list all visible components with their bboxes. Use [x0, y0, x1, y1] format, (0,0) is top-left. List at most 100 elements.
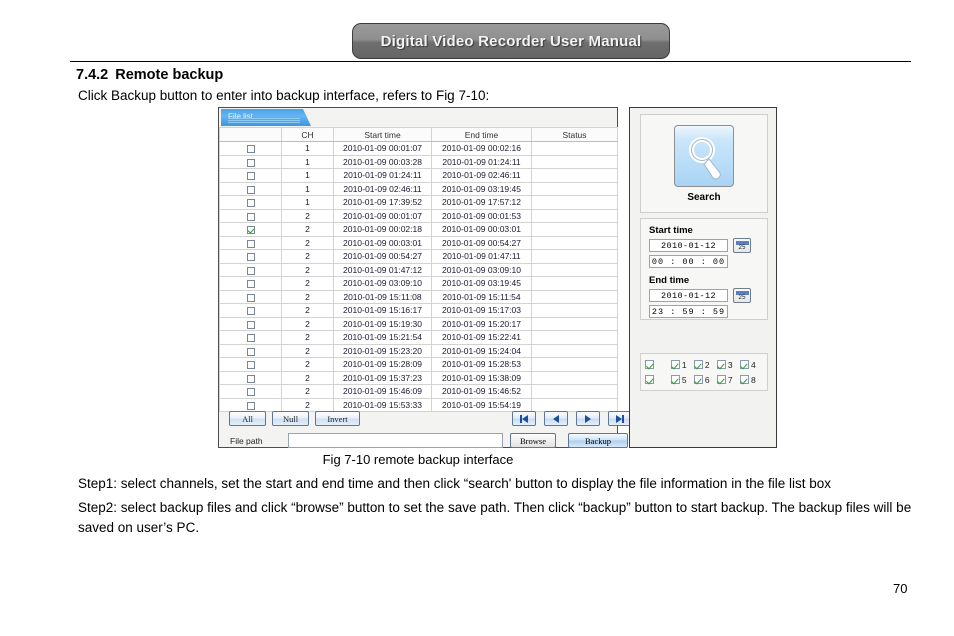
- row-checkbox[interactable]: [246, 334, 255, 342]
- row-checkbox[interactable]: [246, 212, 255, 221]
- table-row[interactable]: 2 2010-01-09 00:01:07 2010-01-09 00:01:53: [219, 208, 618, 223]
- select-none-button[interactable]: Null: [272, 411, 309, 426]
- table-row[interactable]: 1 2010-01-09 02:46:11 2010-01-09 03:19:45: [219, 181, 618, 196]
- row-checkbox[interactable]: [246, 226, 255, 234]
- row-checkbox-cell[interactable]: [219, 289, 282, 304]
- section-intro-text: Click Backup button to enter into backup…: [78, 88, 490, 103]
- channel-checkbox-8[interactable]: 8: [739, 374, 763, 385]
- row-checkbox[interactable]: [246, 239, 255, 248]
- row-checkbox-cell[interactable]: [219, 168, 282, 183]
- table-row[interactable]: 2 2010-01-09 00:54:27 2010-01-09 01:47:11: [219, 249, 618, 264]
- table-row[interactable]: 2 2010-01-09 15:46:09 2010-01-09 15:46:52: [219, 384, 618, 399]
- start-date-calendar-icon[interactable]: 25: [733, 238, 751, 253]
- row-checkbox-cell[interactable]: [219, 195, 282, 210]
- table-row[interactable]: 2 2010-01-09 15:28:09 2010-01-09 15:28:53: [219, 357, 618, 372]
- row-checkbox[interactable]: [246, 320, 255, 329]
- channel-checkbox-7[interactable]: 7: [716, 375, 740, 385]
- row-channel: 2: [281, 289, 334, 304]
- search-button[interactable]: [674, 124, 734, 187]
- table-row[interactable]: 2 2010-01-09 15:19:30 2010-01-09 15:20:17: [219, 316, 618, 331]
- file-path-input[interactable]: [288, 433, 503, 448]
- table-row[interactable]: 1 2010-01-09 00:01:07 2010-01-09 00:02:16: [219, 141, 618, 156]
- select-all-button[interactable]: All: [229, 411, 266, 426]
- row-start-time: 2010-01-09 01:47:12: [333, 262, 432, 277]
- row-checkbox-cell[interactable]: [219, 181, 282, 196]
- row-checkbox-cell[interactable]: [219, 370, 282, 385]
- row-checkbox[interactable]: [246, 280, 255, 288]
- start-time-title: Start time: [649, 225, 693, 236]
- start-date-field[interactable]: 2010-01-12: [649, 239, 728, 252]
- row-end-time: 2010-01-09 15:38:09: [431, 370, 532, 385]
- table-row[interactable]: 2 2010-01-09 15:23:20 2010-01-09 15:24:04: [219, 343, 618, 358]
- channel-checkbox-1[interactable]: 1: [670, 360, 694, 370]
- select-none-label: Null: [282, 413, 299, 424]
- row-checkbox[interactable]: [246, 185, 255, 194]
- end-date-field[interactable]: 2010-01-12: [649, 289, 728, 302]
- table-row[interactable]: 2 2010-01-09 03:09:10 2010-01-09 03:19:45: [219, 276, 618, 291]
- row-checkbox-cell[interactable]: [219, 303, 282, 318]
- table-row[interactable]: 2 2010-01-09 00:02:18 2010-01-09 00:03:01: [219, 222, 618, 237]
- row-start-time: 2010-01-09 00:01:07: [333, 141, 432, 156]
- row-checkbox-cell[interactable]: [219, 208, 282, 223]
- table-row[interactable]: 1 2010-01-09 01:24:11 2010-01-09 02:46:11: [219, 168, 618, 183]
- row-checkbox-cell[interactable]: [219, 330, 282, 345]
- row-end-time: 2010-01-09 00:54:27: [431, 235, 532, 250]
- row-checkbox[interactable]: [246, 361, 255, 369]
- browse-button[interactable]: Browse: [510, 433, 556, 448]
- row-checkbox-cell[interactable]: [219, 235, 282, 250]
- table-row[interactable]: 1 2010-01-09 17:39:52 2010-01-09 17:57:12: [219, 195, 618, 210]
- row-status: [531, 357, 618, 372]
- channel-checkbox-2[interactable]: 2: [693, 360, 717, 370]
- row-checkbox-cell[interactable]: [219, 316, 282, 331]
- table-row[interactable]: 2 2010-01-09 15:21:54 2010-01-09 15:22:41: [219, 330, 618, 345]
- start-time-field[interactable]: 00 : 00 : 00: [649, 255, 728, 268]
- row-checkbox-cell[interactable]: [219, 154, 282, 169]
- table-row[interactable]: 2 2010-01-09 15:16:17 2010-01-09 15:17:03: [219, 303, 618, 318]
- end-date-calendar-icon[interactable]: 25: [733, 288, 751, 303]
- row-checkbox-cell[interactable]: [219, 141, 282, 156]
- channel-select-all-checkbox[interactable]: [645, 375, 671, 384]
- end-time-field[interactable]: 23 : 59 : 59: [649, 305, 728, 318]
- row-channel: 2: [281, 357, 334, 372]
- row-checkbox[interactable]: [246, 253, 255, 261]
- end-date-row: 2010-01-12 25: [649, 288, 759, 303]
- channel-checkbox-4[interactable]: 4: [739, 360, 763, 370]
- backup-button[interactable]: Backup: [568, 433, 628, 448]
- row-channel: 2: [281, 276, 334, 291]
- first-page-button[interactable]: [512, 411, 536, 426]
- channel-label: 6: [704, 374, 710, 385]
- row-checkbox-cell[interactable]: [219, 357, 282, 372]
- channel-label: 8: [750, 374, 756, 385]
- table-row[interactable]: 2 2010-01-09 00:03:01 2010-01-09 00:54:27: [219, 235, 618, 250]
- channel-checkbox-6[interactable]: 6: [693, 374, 717, 385]
- row-checkbox-cell[interactable]: [219, 249, 282, 264]
- row-checkbox-cell[interactable]: [219, 384, 282, 399]
- row-checkbox[interactable]: [246, 374, 255, 383]
- row-checkbox-cell[interactable]: [219, 222, 282, 237]
- previous-page-button[interactable]: [544, 411, 568, 426]
- tab-file-list[interactable]: File list: [221, 109, 311, 126]
- channel-select-all-checkbox[interactable]: [645, 360, 671, 369]
- row-checkbox[interactable]: [246, 266, 255, 275]
- row-checkbox[interactable]: [246, 307, 255, 315]
- table-row[interactable]: 1 2010-01-09 00:03:28 2010-01-09 01:24:11: [219, 154, 618, 169]
- channel-checkbox-5[interactable]: 5: [670, 375, 694, 385]
- row-checkbox[interactable]: [246, 388, 255, 396]
- row-checkbox-cell[interactable]: [219, 262, 282, 277]
- row-checkbox[interactable]: [246, 347, 255, 356]
- next-page-button[interactable]: [576, 411, 600, 426]
- invert-selection-button[interactable]: Invert: [315, 411, 360, 426]
- table-row[interactable]: 2 2010-01-09 15:11:08 2010-01-09 15:11:54: [219, 289, 618, 304]
- row-checkbox[interactable]: [246, 199, 255, 207]
- table-row[interactable]: 2 2010-01-09 15:37:23 2010-01-09 15:38:09: [219, 370, 618, 385]
- channel-checkbox-3[interactable]: 3: [716, 360, 740, 370]
- row-checkbox[interactable]: [246, 145, 255, 153]
- row-checkbox[interactable]: [246, 293, 255, 302]
- row-start-time: 2010-01-09 15:37:23: [333, 370, 432, 385]
- file-path-row: File path Browse Backup: [224, 433, 628, 451]
- row-checkbox[interactable]: [246, 172, 255, 180]
- row-checkbox[interactable]: [246, 158, 255, 167]
- table-row[interactable]: 2 2010-01-09 01:47:12 2010-01-09 03:09:10: [219, 262, 618, 277]
- row-checkbox-cell[interactable]: [219, 343, 282, 358]
- row-checkbox-cell[interactable]: [219, 276, 282, 291]
